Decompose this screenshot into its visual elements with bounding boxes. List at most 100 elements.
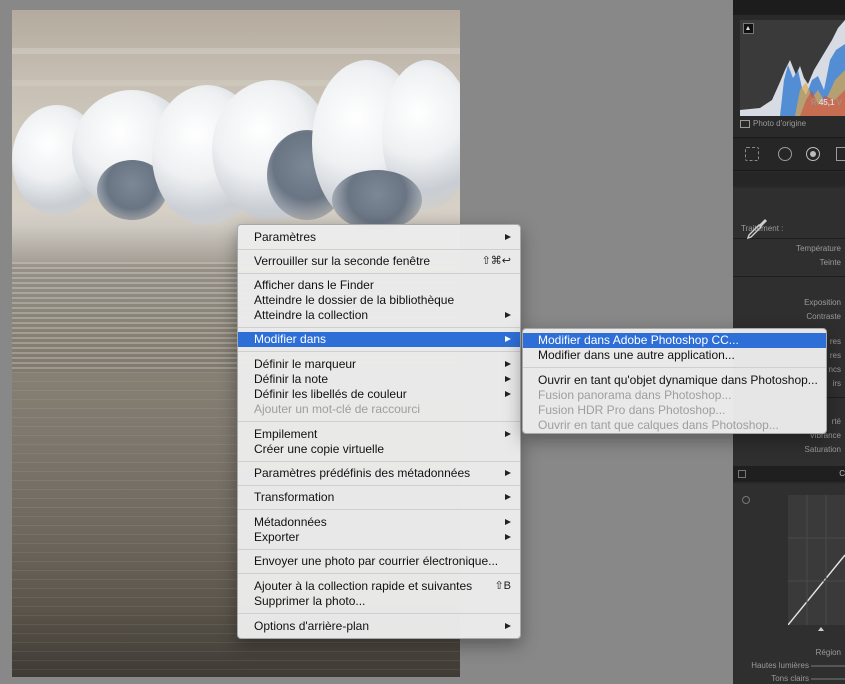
highlights-curve-label: Hautes lumières — [751, 661, 809, 670]
exposure-label: Exposition — [804, 298, 841, 307]
checkbox-icon — [740, 119, 750, 128]
tone-curve-graph[interactable] — [788, 495, 845, 625]
menu-item-label: Ajouter un mot-clé de raccourci — [254, 402, 421, 416]
menu-separator — [238, 351, 520, 352]
original-photo-toggle[interactable]: Photo d'origine — [740, 119, 806, 128]
menu-item-label: Définir les libellés de couleur — [254, 387, 407, 401]
menu-item-collection-rapide[interactable]: Ajouter à la collection rapide et suivan… — [238, 579, 520, 594]
v-label: V — [836, 98, 842, 107]
target-adjustment-icon[interactable] — [742, 496, 750, 504]
region-label: Région — [815, 648, 841, 657]
submenu-item-calques: Ouvrir en tant que calques dans Photosho… — [523, 418, 826, 433]
menu-item-definir-note[interactable]: Définir la note — [238, 372, 520, 387]
menu-item-label: Exporter — [254, 530, 300, 544]
eyedropper-icon[interactable] — [745, 216, 769, 240]
submenu-item-photoshop-cc[interactable]: Modifier dans Adobe Photoshop CC... — [523, 333, 826, 348]
menu-item-modifier-dans[interactable]: Modifier dans — [238, 332, 520, 347]
menu-item-exporter[interactable]: Exporter — [238, 530, 520, 545]
menu-item-label: Métadonnées — [254, 515, 327, 529]
spot-removal-icon[interactable] — [778, 147, 792, 161]
menu-item-label: Atteindre la collection — [254, 308, 369, 322]
tone-curve-svg — [788, 495, 845, 625]
shadow-clipping-button[interactable] — [743, 23, 754, 34]
curve-split-handle[interactable] — [818, 627, 824, 631]
submenu-item-objet-dynamique[interactable]: Ouvrir en tant qu'objet dynamique dans P… — [523, 373, 826, 388]
menu-item-label: Ajouter à la collection rapide et suivan… — [254, 579, 473, 593]
menu-separator — [238, 327, 520, 328]
shortcut-label: ⇧B — [494, 580, 511, 592]
menu-item-label: Fusion panorama dans Photoshop... — [538, 388, 732, 402]
temperature-label: Température — [796, 244, 841, 253]
panel-header-bar — [733, 0, 845, 15]
submenu-arrow-icon — [505, 361, 511, 367]
menu-item-label: Paramètres prédéfinis des métadonnées — [254, 466, 471, 480]
menu-item-supprimer-photo[interactable]: Supprimer la photo... — [238, 594, 520, 609]
menu-separator — [238, 549, 520, 550]
submenu-arrow-icon — [505, 312, 511, 318]
menu-separator — [523, 367, 826, 368]
menu-item-atteindre-collection[interactable]: Atteindre la collection — [238, 308, 520, 323]
sky-cloud-band — [12, 48, 460, 54]
menu-item-label: Créer une copie virtuelle — [254, 442, 385, 456]
menu-item-metadonnees[interactable]: Métadonnées — [238, 515, 520, 530]
lights-curve-label: Tons clairs — [771, 674, 809, 683]
highlights-label: res — [829, 337, 841, 346]
shadows-label: res — [829, 351, 841, 360]
submenu-arrow-icon — [505, 234, 511, 240]
lights-curve-slider[interactable] — [811, 678, 845, 680]
shortcut-label: ⇧⌘↩ — [481, 255, 511, 267]
submenu-arrow-icon — [505, 519, 511, 525]
menu-separator — [238, 461, 520, 462]
submenu-arrow-icon — [505, 391, 511, 397]
submenu-item-autre-application[interactable]: Modifier dans une autre application... — [523, 348, 826, 363]
menu-item-definir-libelles[interactable]: Définir les libellés de couleur — [238, 387, 520, 402]
menu-item-parametres-predefinis[interactable]: Paramètres prédéfinis des métadonnées — [238, 466, 520, 481]
menu-item-label: Modifier dans Adobe Photoshop CC... — [538, 333, 739, 347]
context-menu: Paramètres Verrouiller sur la seconde fe… — [237, 224, 521, 639]
menu-item-verrouiller[interactable]: Verrouiller sur la seconde fenêtre ⇧⌘↩ — [238, 254, 520, 269]
red-eye-icon[interactable] — [806, 147, 820, 161]
highlights-curve-slider[interactable] — [811, 665, 845, 667]
menu-item-transformation[interactable]: Transformation — [238, 490, 520, 505]
menu-item-definir-marqueur[interactable]: Définir le marqueur — [238, 357, 520, 372]
submenu-arrow-icon — [505, 470, 511, 476]
menu-separator — [238, 509, 520, 510]
submenu-arrow-icon — [505, 534, 511, 540]
tree-dark — [332, 170, 422, 230]
menu-item-parametres[interactable]: Paramètres — [238, 230, 520, 245]
menu-item-ajouter-mot-cle: Ajouter un mot-clé de raccourci — [238, 402, 520, 417]
menu-item-label: Modifier dans — [254, 332, 327, 346]
panel-toggle-icon[interactable] — [738, 470, 746, 478]
menu-item-label: Fusion HDR Pro dans Photoshop... — [538, 403, 726, 417]
menu-item-atteindre-dossier[interactable]: Atteindre le dossier de la bibliothèque — [238, 293, 520, 308]
submenu-arrow-icon — [505, 431, 511, 437]
tool-strip — [733, 137, 845, 171]
submenu-item-fusion-hdr: Fusion HDR Pro dans Photoshop... — [523, 403, 826, 418]
menu-separator — [238, 613, 520, 614]
menu-item-envoyer-photo[interactable]: Envoyer une photo par courrier électroni… — [238, 554, 520, 569]
menu-item-label: Ouvrir en tant que calques dans Photosho… — [538, 418, 779, 432]
menu-separator — [238, 573, 520, 574]
menu-item-label: Supprimer la photo... — [254, 594, 366, 608]
menu-item-label: Modifier dans une autre application... — [538, 348, 735, 362]
menu-item-label: Paramètres — [254, 230, 317, 244]
menu-item-options-arriere-plan[interactable]: Options d'arrière-plan — [238, 619, 520, 634]
menu-item-empilement[interactable]: Empilement — [238, 427, 520, 442]
saturation-label: Saturation — [804, 445, 841, 454]
tone-curve-header[interactable]: C — [733, 466, 845, 482]
r-label: R — [810, 98, 817, 107]
menu-item-label: Afficher dans le Finder — [254, 278, 374, 292]
menu-item-label: Définir le marqueur — [254, 357, 357, 371]
crop-tool-icon[interactable] — [745, 147, 759, 161]
menu-item-label: Atteindre le dossier de la bibliothèque — [254, 293, 455, 307]
menu-item-label: Options d'arrière-plan — [254, 619, 370, 633]
blacks-label: irs — [832, 379, 841, 388]
panel-spacer — [733, 172, 845, 186]
r-value: 45,1 — [818, 98, 835, 107]
rgb-readout: R 45,1 V — [733, 98, 845, 107]
menu-item-label: Verrouiller sur la seconde fenêtre — [254, 254, 431, 268]
menu-separator — [238, 421, 520, 422]
menu-item-afficher-finder[interactable]: Afficher dans le Finder — [238, 278, 520, 293]
menu-item-copie-virtuelle[interactable]: Créer une copie virtuelle — [238, 442, 520, 457]
graduated-filter-icon[interactable] — [836, 147, 845, 161]
